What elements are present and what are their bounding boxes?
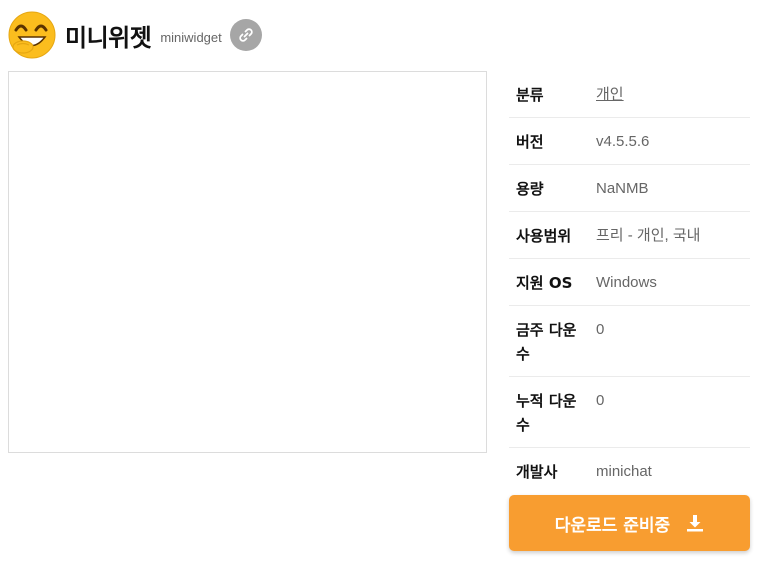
info-value: v4.5.5.6 — [596, 133, 650, 150]
info-label: 금주 다운수 — [516, 321, 577, 363]
info-table: 분류 개인 버전 v4.5.5.6 용량 NaNMB 사용범위 프리 - 개인,… — [509, 71, 750, 495]
info-label: 사용범위 — [516, 227, 572, 245]
copy-link-button[interactable] — [229, 19, 262, 51]
info-row-weekly-downloads: 금주 다운수 0 — [509, 306, 750, 377]
page-title: 미니위젯 — [65, 23, 152, 52]
info-row-category: 분류 개인 — [509, 71, 750, 118]
info-label: 누적 다운수 — [516, 392, 577, 434]
category-link[interactable]: 개인 — [589, 71, 750, 117]
info-row-license: 사용범위 프리 - 개인, 국내 — [509, 212, 750, 259]
info-label: 버전 — [516, 133, 544, 151]
info-row-total-downloads: 누적 다운수 0 — [509, 377, 750, 448]
app-header: 미니위젯 miniwidget — [7, 10, 262, 60]
info-label: 분류 — [516, 86, 544, 104]
info-label: 용량 — [516, 180, 544, 198]
info-label: 개발사 — [516, 463, 558, 481]
info-label: 지원 OS — [516, 274, 573, 292]
download-button[interactable]: 다운로드 준비중 — [509, 495, 750, 551]
info-row-os: 지원 OS Windows — [509, 259, 750, 306]
info-value: 0 — [596, 321, 605, 338]
download-icon — [687, 515, 704, 532]
info-row-size: 용량 NaNMB — [509, 165, 750, 212]
info-row-version: 버전 v4.5.5.6 — [509, 118, 750, 165]
info-value: Windows — [596, 274, 657, 291]
info-value: NaNMB — [596, 180, 649, 197]
emoji-logo-icon — [8, 11, 56, 59]
link-icon — [239, 28, 253, 42]
info-row-developer: 개발사 minichat — [509, 448, 750, 495]
app-id: miniwidget — [160, 29, 222, 45]
screenshot-preview — [8, 71, 487, 453]
info-value: minichat — [596, 463, 652, 480]
download-label: 다운로드 준비중 — [554, 515, 671, 536]
info-value: 0 — [596, 392, 605, 409]
info-value: 프리 - 개인, 국내 — [596, 227, 701, 244]
